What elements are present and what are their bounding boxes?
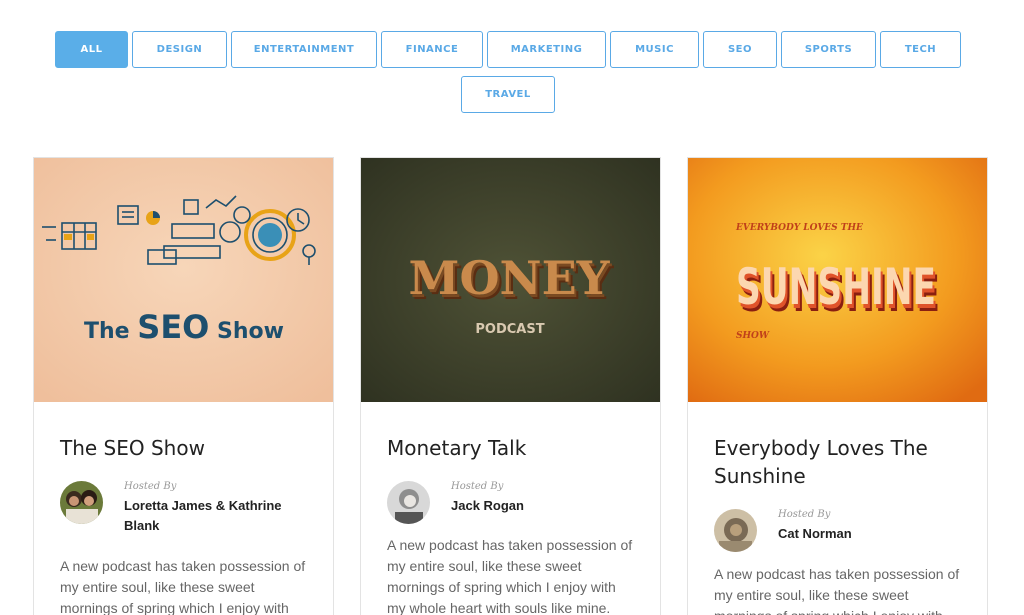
podcast-cover-image[interactable]: MONEY MONEY MONEY PODCAST bbox=[361, 158, 660, 402]
filter-finance-button[interactable]: FINANCE bbox=[381, 31, 483, 68]
cover-title-text: MONEY bbox=[409, 251, 611, 305]
filter-all-button[interactable]: ALL bbox=[55, 31, 128, 68]
hosted-by-label: Hosted By bbox=[124, 481, 177, 492]
podcast-description: A new podcast has taken possession of my… bbox=[714, 566, 960, 615]
podcast-cover-image[interactable]: EVERYBODY LOVES THE SUNSHINE SUNSHINE SU… bbox=[688, 158, 987, 402]
filter-design-button[interactable]: DESIGN bbox=[132, 31, 227, 68]
cover-title-text: SUNSHINE bbox=[736, 258, 936, 316]
host-info: Hosted By Loretta James & Kathrine Blank bbox=[60, 481, 320, 541]
sunshine-cover-art: EVERYBODY LOVES THE SUNSHINE SUNSHINE SU… bbox=[688, 158, 987, 402]
host-info: Hosted By Cat Norman bbox=[714, 509, 974, 569]
host-avatar bbox=[387, 481, 430, 524]
filter-seo-button[interactable]: SEO bbox=[703, 31, 777, 68]
filter-entertainment-button[interactable]: ENTERTAINMENT bbox=[231, 31, 377, 68]
money-cover-art: MONEY MONEY MONEY PODCAST bbox=[361, 158, 660, 402]
cover-subtitle-text: SHOW bbox=[736, 331, 770, 341]
filter-music-button[interactable]: MUSIC bbox=[610, 31, 699, 68]
host-avatar bbox=[714, 509, 757, 552]
filter-marketing-button[interactable]: MARKETING bbox=[487, 31, 606, 68]
podcast-description: A new podcast has taken possession of my… bbox=[60, 558, 306, 615]
podcast-description: A new podcast has taken possession of my… bbox=[387, 537, 633, 615]
cover-top-text: EVERYBODY LOVES THE bbox=[735, 223, 863, 233]
filter-tech-button[interactable]: TECH bbox=[880, 31, 961, 68]
host-name[interactable]: Jack Rogan bbox=[451, 496, 631, 516]
podcast-title[interactable]: The SEO Show bbox=[60, 434, 310, 462]
filter-sports-button[interactable]: SPORTS bbox=[781, 31, 876, 68]
filter-travel-button[interactable]: TRAVEL bbox=[461, 76, 555, 113]
podcast-card[interactable]: The SEO Show The SEO Show Hosted By Lore… bbox=[33, 157, 334, 615]
hosted-by-label: Hosted By bbox=[451, 481, 504, 492]
podcast-cover-image[interactable]: The SEO Show bbox=[34, 158, 333, 402]
seo-cover-art: The SEO Show bbox=[34, 158, 333, 402]
host-name[interactable]: Cat Norman bbox=[778, 524, 958, 544]
host-name[interactable]: Loretta James & Kathrine Blank bbox=[124, 496, 304, 536]
podcast-title[interactable]: Everybody Loves The Sunshine bbox=[714, 434, 964, 490]
podcast-card[interactable]: MONEY MONEY MONEY PODCAST Monetary Talk … bbox=[360, 157, 661, 615]
hosted-by-label: Hosted By bbox=[778, 509, 831, 520]
podcast-title[interactable]: Monetary Talk bbox=[387, 434, 637, 462]
podcast-card[interactable]: EVERYBODY LOVES THE SUNSHINE SUNSHINE SU… bbox=[687, 157, 988, 615]
host-avatar bbox=[60, 481, 103, 524]
cover-subtitle-text: PODCAST bbox=[475, 322, 544, 337]
host-info: Hosted By Jack Rogan bbox=[387, 481, 647, 541]
